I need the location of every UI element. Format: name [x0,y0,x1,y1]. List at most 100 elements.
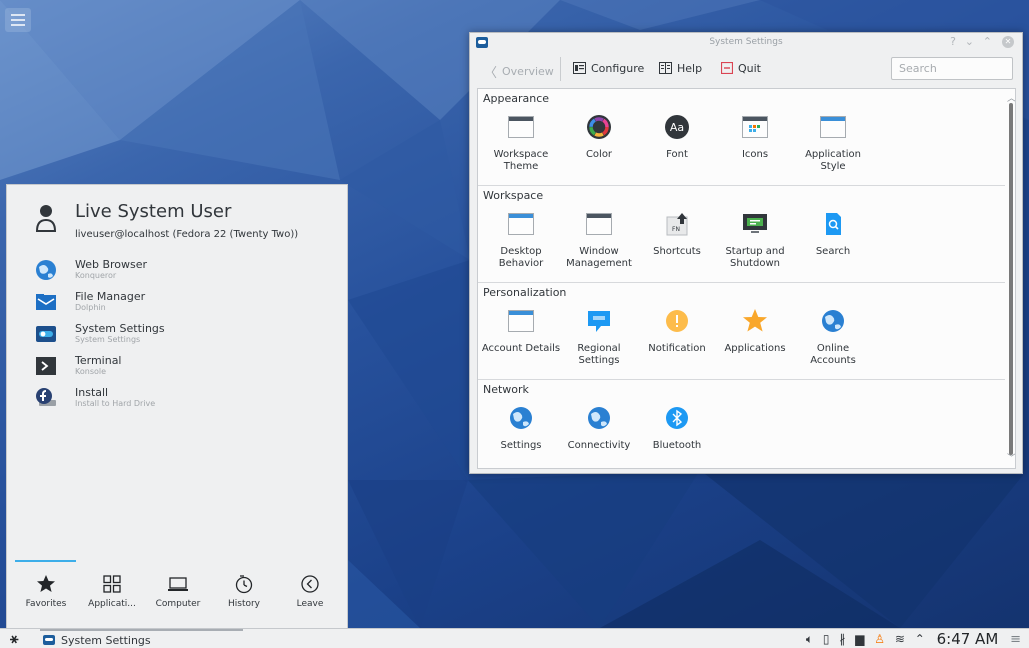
module-font[interactable]: Aa Font [637,114,717,161]
system-settings-window: System Settings ? ⌄ ⌃ ✕ 〈 Overview Config… [469,32,1023,474]
favorite-desc: Konqueror [75,271,117,280]
module-applications[interactable]: Applications [715,308,795,355]
module-label: Application Style [805,149,861,172]
module-startup-shutdown[interactable]: Startup and Shutdown [715,211,795,270]
device-notifier-icon[interactable]: ▆ [855,632,864,646]
clock[interactable]: 6:47 AM [937,630,999,648]
module-notification[interactable]: Notification [637,308,717,355]
module-workspace-theme[interactable]: Workspace Theme [481,114,561,173]
svg-text:FN: FN [672,226,680,233]
favorite-file-manager[interactable]: File Manager Dolphin [7,287,347,319]
favorite-system-settings[interactable]: System Settings System Settings [7,319,347,351]
quit-button[interactable]: Quit [721,62,761,75]
window-icon [508,308,534,334]
minimize-button[interactable]: ⌄ [965,35,974,48]
kde-launcher-icon[interactable]: ⚹ [10,631,18,647]
close-button[interactable]: ✕ [1002,36,1014,48]
search-input[interactable] [891,57,1013,80]
favorite-web-browser[interactable]: Web Browser Konqueror [7,255,347,287]
module-label: Bluetooth [652,440,702,451]
module-label: Icons [741,149,769,160]
favorite-install[interactable]: Install Install to Hard Drive [7,383,347,415]
scroll-up-icon[interactable]: ︿ [1007,91,1015,104]
volume-icon[interactable]: 🔈︎ [806,632,813,647]
favorite-terminal[interactable]: Terminal Konsole [7,351,347,383]
module-icons[interactable]: Icons [715,114,795,161]
folder-icon [36,294,56,310]
module-label: Regional Settings [577,343,621,366]
module-application-style[interactable]: Application Style [793,114,873,173]
scrollbar[interactable]: ︿ ﹀ [1006,89,1015,468]
tab-history[interactable]: History [213,574,275,624]
maximize-button[interactable]: ⌃ [983,35,992,48]
module-label: Startup and Shutdown [725,246,785,269]
help-window-button[interactable]: ? [950,35,956,48]
configure-button[interactable]: Configure [573,62,644,75]
module-label: Shortcuts [653,246,701,257]
tab-favorites[interactable]: Favorites [15,574,77,624]
help-book-icon [659,62,672,74]
module-regional-settings[interactable]: Regional Settings [559,308,639,367]
category-appearance: Appearance Workspace Theme Color Aa Font… [478,89,1005,185]
wifi-icon[interactable]: ≋ [895,632,905,646]
overview-label: Overview [502,65,554,78]
tab-applications[interactable]: Applicati... [81,574,143,624]
configure-icon [573,62,586,74]
star-icon [743,309,767,332]
module-network-settings[interactable]: Settings [481,405,561,452]
module-account-details[interactable]: Account Details [481,308,561,355]
module-desktop-behavior[interactable]: Desktop Behavior [481,211,561,270]
tab-leave[interactable]: Leave [279,574,341,624]
tab-label: History [227,599,261,609]
help-label: Help [677,62,703,75]
favorite-desc: System Settings [75,335,141,344]
module-online-accounts[interactable]: Online Accounts [793,308,873,367]
tab-computer[interactable]: Computer [147,574,209,624]
category-workspace: Workspace Desktop Behavior Window Manage… [478,186,1005,282]
settings-toggle-icon [36,326,56,342]
window-icon [586,211,612,237]
help-button[interactable]: Help [659,62,702,75]
favorite-desc: Install to Hard Drive [75,399,156,408]
module-label: Window Management [566,246,632,269]
grid-icon [103,575,121,593]
updates-icon[interactable]: ♙ [874,632,885,646]
tab-label: Leave [296,599,324,609]
module-bluetooth[interactable]: Bluetooth [637,405,717,452]
color-wheel-icon [587,115,611,139]
expand-arrow-icon[interactable]: ⌃ [915,632,925,646]
app-settings-icon [43,635,55,645]
window-titlebar[interactable]: System Settings ? ⌄ ⌃ ✕ [470,33,1022,53]
scroll-thumb[interactable] [1009,103,1013,455]
user-avatar-icon [35,205,57,232]
chevron-left-icon: 〈 [484,66,498,81]
module-window-management[interactable]: Window Management [559,211,639,270]
scroll-down-icon[interactable]: ﹀ [1007,451,1015,464]
overview-button[interactable]: 〈 Overview [484,62,554,81]
font-icon: Aa [665,115,689,139]
favorite-name: Terminal [75,354,122,367]
module-shortcuts[interactable]: FN Shortcuts [637,211,717,258]
module-connectivity[interactable]: Connectivity [559,405,639,452]
category-title: Personalization [483,286,567,299]
bluetooth-icon[interactable]: ∦ [839,632,845,646]
shortcuts-icon: FN [666,213,688,236]
bluetooth-icon [666,407,688,429]
module-color[interactable]: Color [559,114,639,161]
globe-icon [822,310,844,332]
module-label: Applications [724,343,786,354]
launcher-tabbar: Favorites Applicati... Computer History … [7,560,347,628]
task-system-settings[interactable]: System Settings [40,629,243,648]
desktop-toolbox-button[interactable] [5,8,31,32]
menu-icon[interactable]: ≡ [1010,632,1021,647]
active-tab-indicator [15,560,76,562]
clipboard-icon[interactable]: ▯ [823,632,830,646]
window-icon [820,114,846,140]
globe-icon [510,407,532,429]
module-label: Settings [500,440,542,451]
window-icon [508,114,534,140]
quit-label: Quit [738,62,761,75]
fedora-install-icon [36,388,56,406]
module-search[interactable]: Search [793,211,873,258]
favorite-name: Install [75,386,109,399]
